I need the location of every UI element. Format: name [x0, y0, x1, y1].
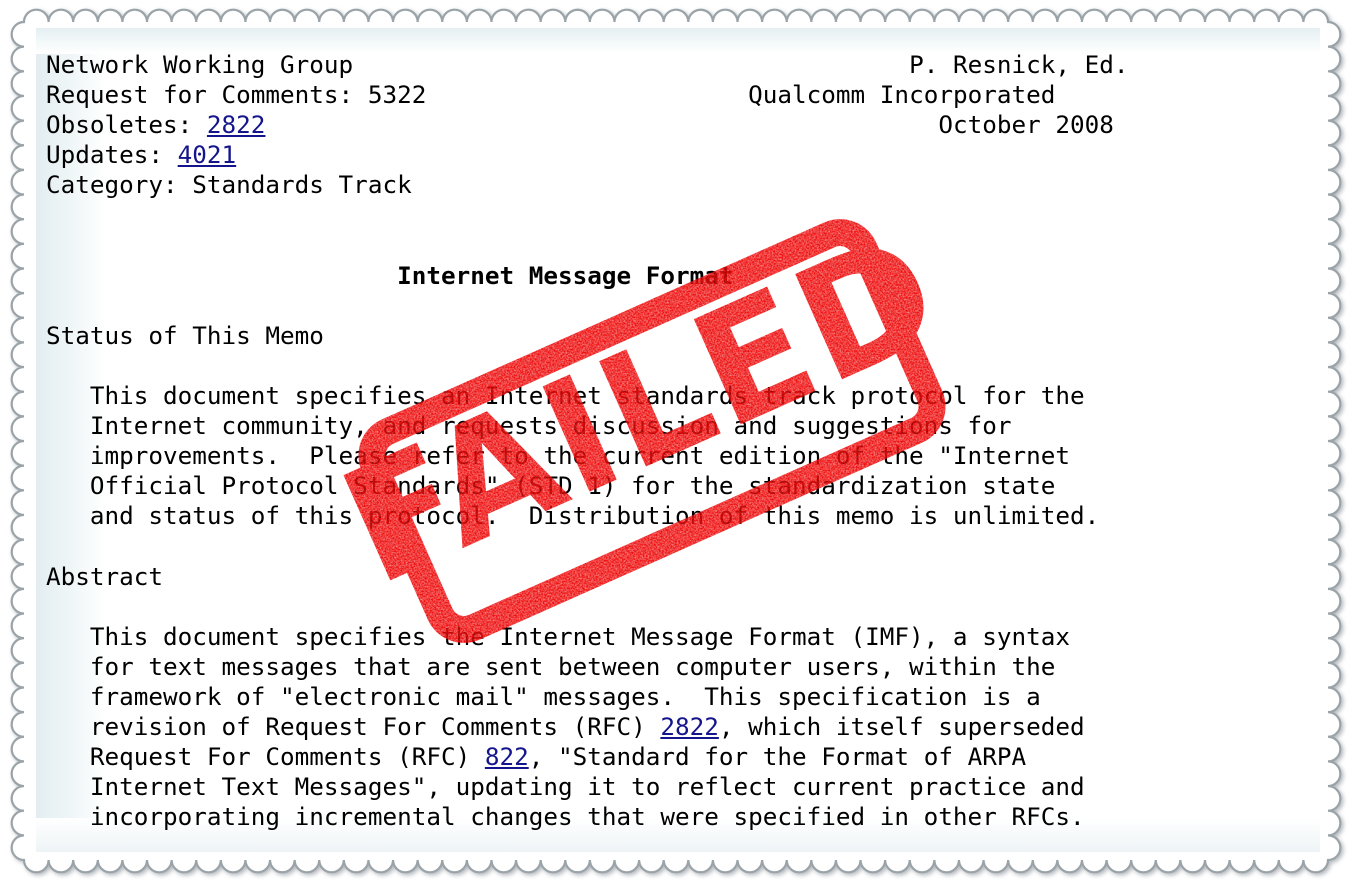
stamp-page: Network Working Group P. Resnick, Ed. Re…: [0, 0, 1352, 886]
header-author: P. Resnick, Ed.: [909, 50, 1129, 79]
header-date: October 2008: [938, 110, 1114, 140]
document-title: Internet Message Format: [397, 260, 734, 290]
section-body-status: This document specifies an Internet stan…: [89, 381, 1100, 531]
header-organization: Qualcomm Incorporated: [748, 80, 1056, 110]
link-updates-4021[interactable]: 4021: [178, 140, 237, 169]
header-obsoletes-label: Obsoletes:: [46, 110, 207, 140]
link-abstract-rfc-822[interactable]: 822: [485, 742, 529, 771]
rfc-text: Network Working Group P. Resnick, Ed. Re…: [36, 50, 1320, 832]
header-category: Category: Standards Track: [46, 170, 412, 200]
link-obsoletes-2822[interactable]: 2822: [207, 110, 266, 139]
header-updates-label: Updates:: [46, 140, 178, 170]
stamp-paper: Network Working Group P. Resnick, Ed. Re…: [36, 28, 1320, 852]
link-abstract-rfc-2822[interactable]: 2822: [660, 712, 719, 741]
header-line-working-group: Network Working Group: [46, 50, 354, 79]
header-line-rfc-number: Request for Comments: 5322: [46, 80, 427, 110]
section-heading-status: Status of This Memo: [46, 320, 324, 350]
section-heading-abstract: Abstract: [46, 561, 164, 591]
rfc-document-body: Network Working Group P. Resnick, Ed. Re…: [36, 28, 1320, 852]
